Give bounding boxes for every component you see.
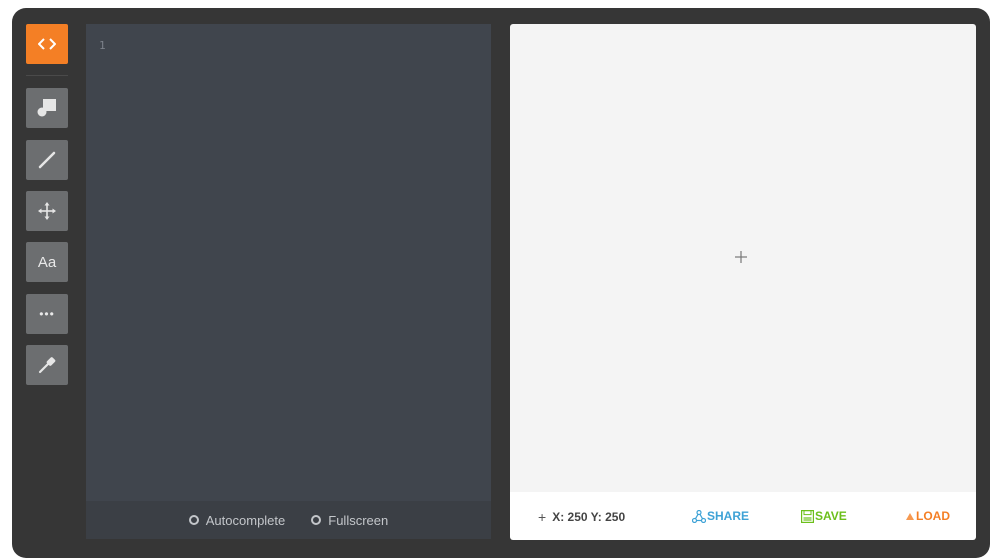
sidebar-divider <box>26 75 68 76</box>
autocomplete-option[interactable]: Autocomplete <box>188 512 286 528</box>
fullscreen-option[interactable]: Fullscreen <box>311 513 388 528</box>
code-tool-button[interactable] <box>26 24 68 64</box>
load-icon <box>906 512 914 520</box>
drawing-canvas[interactable] <box>510 24 976 492</box>
save-label: SAVE <box>815 509 847 523</box>
shapes-tool-button[interactable] <box>26 88 68 128</box>
save-icon <box>801 509 814 523</box>
plus-icon: + <box>538 509 547 525</box>
share-button[interactable]: SHARE <box>692 509 749 523</box>
coordinates-readout: + X: 250 Y: 250 <box>538 509 625 525</box>
fullscreen-label: Fullscreen <box>328 512 389 528</box>
move-tool-button[interactable] <box>26 191 68 231</box>
app-window: Aa ••• 1 Autocomplete Fullscreen + X: 25… <box>12 8 990 558</box>
fullscreen-radio[interactable] <box>311 515 322 525</box>
eyedropper-icon <box>38 357 56 374</box>
coordinates-label: X: 250 Y: 250 <box>552 510 626 524</box>
code-editor[interactable]: 1 <box>86 24 491 501</box>
eyedropper-tool-button[interactable] <box>26 345 68 385</box>
load-button[interactable]: LOAD <box>905 509 950 523</box>
more-icon: ••• <box>39 307 55 321</box>
editor-footer: Autocomplete Fullscreen <box>86 501 491 539</box>
text-tool-button[interactable]: Aa <box>26 242 68 282</box>
autocomplete-label: Autocomplete <box>205 512 286 528</box>
crosshair-icon <box>735 251 747 263</box>
more-tool-button[interactable]: ••• <box>26 294 68 334</box>
share-label: SHARE <box>707 509 750 523</box>
canvas-footer: + X: 250 Y: 250 SHARE SAVE LOAD <box>510 492 976 540</box>
autocomplete-radio[interactable] <box>188 515 199 525</box>
line-number: 1 <box>99 39 106 52</box>
text-icon: Aa <box>37 253 57 271</box>
save-button[interactable]: SAVE <box>801 509 847 523</box>
load-label: LOAD <box>916 509 950 523</box>
share-icon <box>692 509 706 523</box>
move-icon <box>38 202 56 220</box>
code-icon <box>38 38 56 50</box>
line-icon <box>38 151 56 169</box>
shapes-icon <box>37 99 56 117</box>
line-tool-button[interactable] <box>26 140 68 180</box>
